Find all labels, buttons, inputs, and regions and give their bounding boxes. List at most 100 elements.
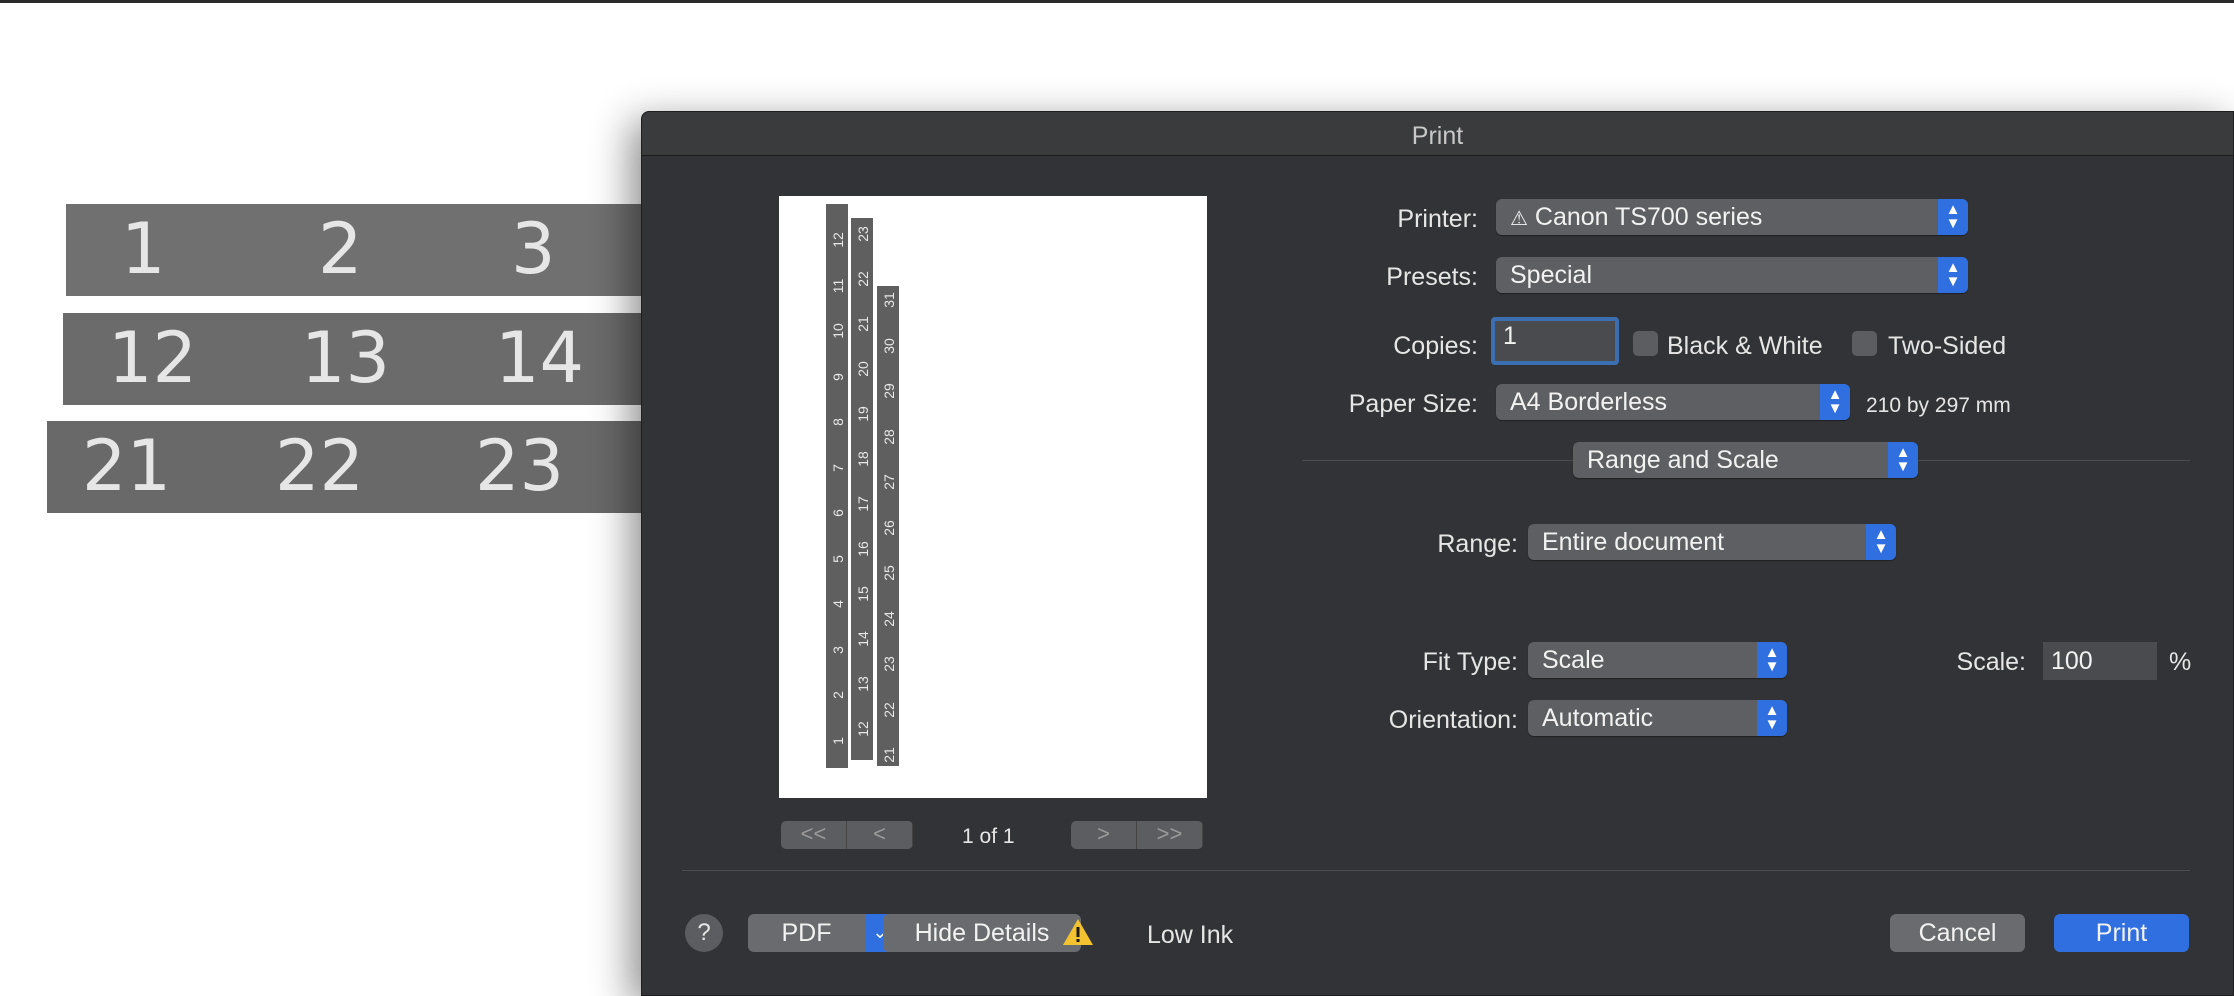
paper-size-select[interactable]: A4 Borderless ▲ ▼: [1496, 384, 1850, 420]
printer-value: Canon TS700 series: [1534, 203, 1763, 231]
last-page-button[interactable]: >>: [1137, 821, 1203, 849]
scale-unit: %: [2169, 648, 2192, 676]
preview-tape-number: 31: [881, 292, 897, 308]
presets-label: Presets:: [1386, 263, 1478, 291]
fit-type-value: Scale: [1542, 646, 1605, 674]
pdf-menu-button[interactable]: PDF ⌄: [748, 914, 895, 952]
strip-number: 2: [318, 208, 363, 290]
stepper-icon: ▲ ▼: [1938, 199, 1968, 235]
top-rule: [0, 0, 2234, 3]
preview-tape-number: 2: [830, 691, 846, 699]
section-select[interactable]: Range and Scale ▲ ▼: [1573, 442, 1918, 478]
preview-tape-number: 27: [881, 474, 897, 490]
preview-tape-number: 17: [855, 496, 871, 512]
orientation-label: Orientation:: [1388, 706, 1518, 734]
preview-tape-number: 19: [855, 406, 871, 422]
strip-number: 12: [108, 317, 198, 399]
fit-type-select[interactable]: Scale ▲ ▼: [1528, 642, 1787, 678]
presets-select[interactable]: Special ▲ ▼: [1496, 257, 1968, 293]
preview-tape-number: 18: [855, 451, 871, 467]
strip-number: 22: [275, 425, 365, 507]
preview-tape-number: 9: [830, 372, 846, 381]
background-strip-2: 12 13 14: [63, 313, 663, 405]
background-strip-3: 21 22 23: [47, 421, 667, 513]
range-value: Entire document: [1542, 528, 1725, 556]
preview-tape-number: 15: [855, 586, 871, 602]
printer-select[interactable]: ⚠ Canon TS700 series ▲ ▼: [1496, 199, 1968, 235]
print-preview: 12 11 10 9 8 7 6 5 4 3 2 1 23 22 21 20 19 18 17 16 15 14 13 12…: [779, 196, 1207, 798]
strip-number: 14: [495, 317, 585, 399]
preview-tape-number: 10: [830, 323, 846, 339]
scale-label: Scale:: [1956, 648, 2026, 676]
preview-tape-2: 23 22 21 20 19 18 17 16 15 14 13 12: [851, 218, 873, 760]
preview-tape-number: 13: [855, 676, 871, 692]
preview-nav-right: > >>: [1071, 821, 1203, 849]
cancel-button[interactable]: Cancel: [1890, 914, 2025, 952]
preview-tape-number: 25: [881, 565, 897, 581]
black-white-checkbox[interactable]: [1633, 331, 1658, 356]
range-select[interactable]: Entire document ▲ ▼: [1528, 524, 1896, 560]
footer-divider: [682, 870, 2190, 871]
preview-tape-number: 26: [881, 519, 897, 536]
preview-tape-number: 1: [830, 736, 846, 745]
preview-nav-left: << <: [781, 821, 913, 849]
orientation-select[interactable]: Automatic ▲ ▼: [1528, 700, 1787, 736]
preview-tape-number: 29: [881, 383, 897, 399]
preview-tape-number: 30: [881, 337, 897, 354]
orientation-value: Automatic: [1542, 704, 1654, 732]
warning-icon: [1063, 919, 1093, 945]
background-strip-1: 1 2 3: [66, 204, 666, 296]
preview-tape-number: 6: [830, 509, 846, 517]
copies-field[interactable]: 1: [1491, 317, 1619, 365]
strip-number: 13: [301, 317, 391, 399]
stepper-icon: ▲ ▼: [1757, 700, 1787, 736]
strip-number: 21: [82, 425, 172, 507]
range-label: Range:: [1437, 530, 1518, 558]
print-dialog: Print 12 11 10 9 8 7 6 5 4 3 2 1 23 22 21 20 19 18 17 16 15…: [641, 111, 2234, 996]
preview-tape-1: 12 11 10 9 8 7 6 5 4 3 2 1: [826, 204, 848, 768]
preview-tape-number: 22: [881, 701, 897, 718]
stepper-icon: ▲ ▼: [1757, 642, 1787, 678]
two-sided-label: Two-Sided: [1888, 332, 2007, 360]
preview-tape-number: 3: [830, 645, 846, 654]
prev-page-button[interactable]: <: [847, 821, 913, 849]
preview-tape-number: 20: [855, 361, 871, 377]
preview-tape-number: 23: [855, 226, 871, 242]
printer-label: Printer:: [1397, 205, 1478, 233]
presets-value: Special: [1510, 261, 1592, 289]
preview-tape-number: 21: [855, 316, 871, 332]
section-value: Range and Scale: [1587, 446, 1779, 474]
preview-tape-number: 12: [855, 721, 871, 737]
preview-tape-number: 23: [881, 656, 897, 672]
next-page-button[interactable]: >: [1071, 821, 1137, 849]
stepper-icon: ▲ ▼: [1888, 442, 1918, 478]
stepper-icon: ▲ ▼: [1938, 257, 1968, 293]
preview-tape-number: 5: [830, 554, 846, 563]
preview-tape-number: 4: [830, 600, 846, 608]
preview-tape-number: 14: [855, 631, 871, 647]
preview-tape-number: 16: [855, 541, 871, 557]
warning-icon: ⚠: [1510, 208, 1528, 230]
strip-number: 23: [475, 425, 565, 507]
print-button[interactable]: Print: [2054, 914, 2189, 952]
strip-number: 1: [121, 208, 166, 290]
two-sided-checkbox[interactable]: [1852, 331, 1877, 356]
paper-size-label: Paper Size:: [1348, 390, 1478, 418]
preview-tape-number: 7: [830, 463, 846, 472]
preview-tape-number: 24: [881, 610, 897, 627]
hide-details-button[interactable]: Hide Details: [883, 914, 1081, 952]
copies-label: Copies:: [1393, 332, 1478, 360]
preview-tape-number: 8: [830, 418, 846, 426]
preview-tape-number: 21: [881, 747, 897, 763]
scale-field[interactable]: 100: [2043, 642, 2157, 680]
preview-tape-number: 12: [830, 232, 846, 248]
preview-tape-number: 22: [855, 271, 871, 287]
stepper-icon: ▲ ▼: [1820, 384, 1850, 420]
first-page-button[interactable]: <<: [781, 821, 847, 849]
paper-size-value: A4 Borderless: [1510, 388, 1668, 416]
preview-tape-number: 11: [830, 278, 846, 293]
black-white-label: Black & White: [1667, 332, 1823, 360]
titlebar: Print: [642, 112, 2233, 156]
help-button[interactable]: ?: [685, 914, 723, 952]
strip-number: 3: [511, 208, 556, 290]
